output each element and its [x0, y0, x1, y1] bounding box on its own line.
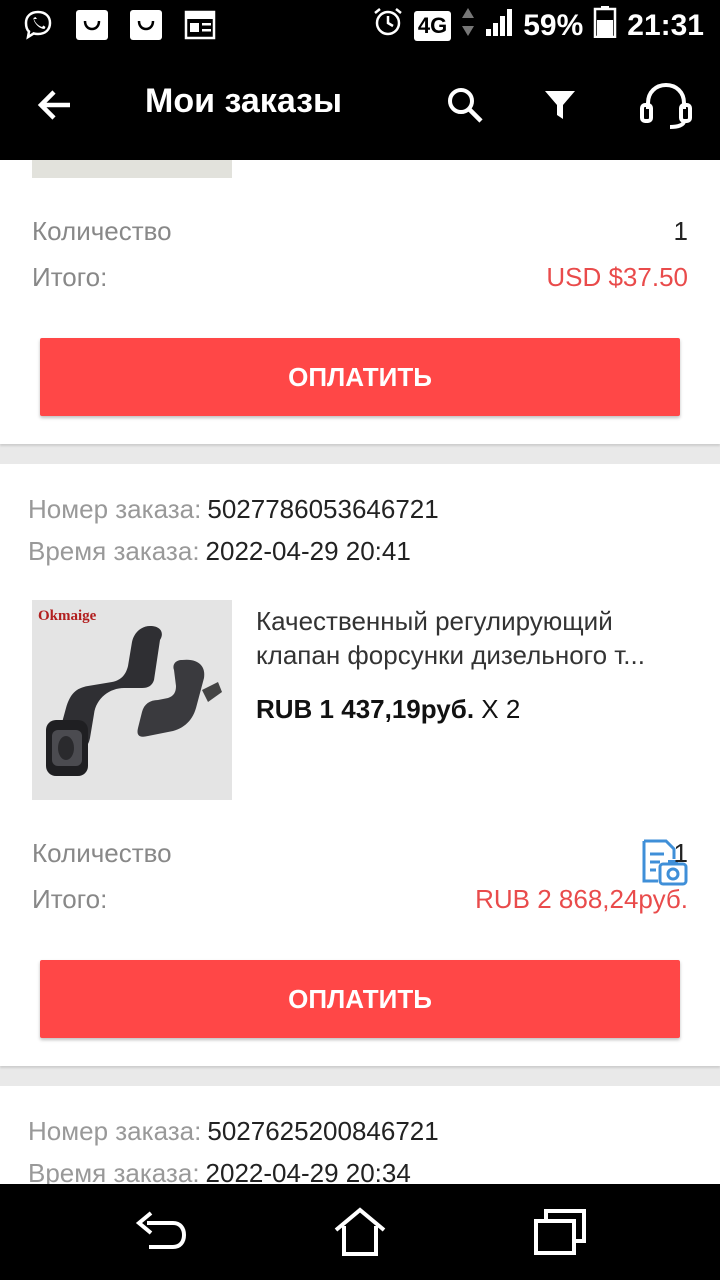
order-number: 5027786053646721: [207, 494, 439, 524]
back-arrow-icon[interactable]: [34, 83, 78, 127]
battery-percent: 59%: [523, 9, 584, 42]
order-time: 2022-04-29 20:34: [205, 1158, 411, 1184]
order-number-row: Номер заказа: 5027786053646721: [28, 494, 439, 525]
search-icon[interactable]: [440, 80, 490, 130]
quantity-label: Количество: [32, 838, 172, 868]
data-arrows-icon: [461, 6, 475, 46]
order-number-row: Номер заказа: 5027625200846721: [28, 1116, 439, 1147]
viber-icon: [20, 8, 56, 42]
home-nav-icon[interactable]: [332, 1206, 388, 1258]
order-time-label: Время заказа:: [28, 536, 200, 566]
order-time-row: Время заказа: 2022-04-29 20:34: [28, 1158, 411, 1184]
order-number-label: Номер заказа:: [28, 1116, 202, 1146]
page-title: Мои заказы: [145, 82, 343, 120]
product-qty: X 2: [481, 694, 521, 724]
total-row: Итого: RUB 2 868,24руб.: [32, 884, 688, 915]
back-nav-icon[interactable]: [132, 1206, 188, 1258]
total-value: RUB 2 868,24руб.: [475, 884, 688, 914]
product-image[interactable]: [32, 160, 232, 178]
network-type: 4G: [413, 11, 452, 41]
pay-button[interactable]: ОПЛАТИТЬ: [40, 960, 680, 1038]
signal-icon: [485, 7, 513, 45]
total-label: Итого:: [32, 262, 108, 292]
recents-nav-icon[interactable]: [532, 1206, 588, 1258]
quantity-label: Количество: [32, 216, 172, 246]
product-image-logo: Okmaige: [38, 608, 97, 624]
order-time: 2022-04-29 20:41: [205, 536, 411, 566]
app-bar: Мои заказы: [0, 50, 720, 160]
order-time-row: Время заказа: 2022-04-29 20:41: [28, 536, 411, 567]
quantity-row: Количество 1: [32, 216, 688, 247]
status-bar: 4G 59% 21:31: [0, 0, 720, 50]
filter-icon[interactable]: [535, 80, 585, 130]
order-card: Номер заказа: 5027786053646721 Время зака…: [0, 464, 720, 1066]
shopping-bag-icon: [74, 8, 110, 42]
shopping-bag-icon: [128, 8, 164, 42]
clock: 21:31: [627, 9, 704, 42]
total-value: USD $37.50: [546, 262, 688, 292]
order-number-label: Номер заказа:: [28, 494, 202, 524]
system-nav-bar: [0, 1184, 720, 1280]
pay-button[interactable]: ОПЛАТИТЬ: [40, 338, 680, 416]
order-card: Количество 1 Итого: USD $37.50 ОПЛАТИТЬ: [0, 160, 720, 444]
alarm-icon: [372, 6, 404, 46]
product-title[interactable]: Качественный регулирующий клапан форсунк…: [256, 604, 696, 672]
product-price: RUB 1 437,19руб.: [256, 694, 475, 724]
order-card: Номер заказа: 5027625200846721 Время зака…: [0, 1086, 720, 1184]
total-row: Итого: USD $37.50: [32, 262, 688, 293]
headset-icon[interactable]: [636, 80, 696, 130]
quantity-row: Количество 1: [32, 838, 688, 869]
news-icon: [182, 8, 218, 42]
product-price-row: RUB 1 437,19руб. X 2: [256, 694, 520, 725]
quantity-value: 1: [673, 838, 688, 868]
battery-icon: [593, 6, 617, 46]
orders-list[interactable]: Количество 1 Итого: USD $37.50 ОПЛАТИТЬ …: [0, 160, 720, 1184]
total-label: Итого:: [32, 884, 108, 914]
product-image[interactable]: Okmaige: [32, 600, 232, 800]
order-time-label: Время заказа:: [28, 1158, 200, 1184]
order-number: 5027625200846721: [207, 1116, 439, 1146]
quantity-value: 1: [673, 216, 688, 246]
